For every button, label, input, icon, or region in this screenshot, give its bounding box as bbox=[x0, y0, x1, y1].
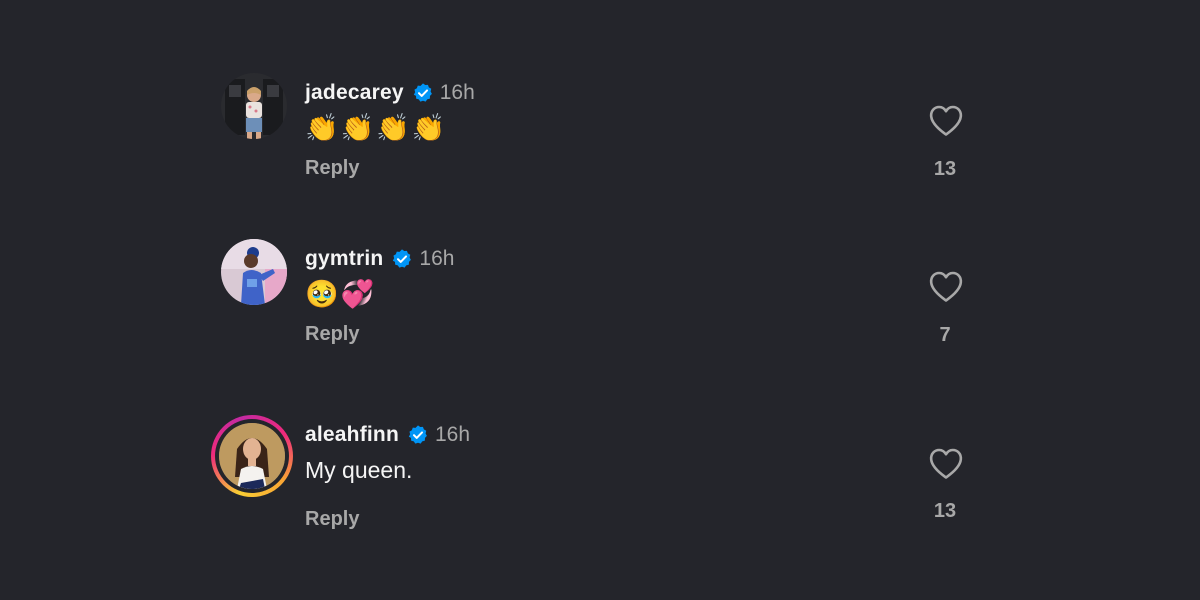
comment-item: gymtrin 16h 🥹💞 Reply 7 bbox=[0, 239, 1200, 379]
timestamp: 16h bbox=[419, 247, 455, 270]
story-ring[interactable] bbox=[211, 415, 293, 497]
username[interactable]: jadecarey bbox=[305, 81, 404, 105]
avatar[interactable] bbox=[221, 239, 287, 305]
comment-item: jadecarey 16h 👏👏👏👏 Reply 13 bbox=[0, 73, 1200, 213]
comment-item: aleahfinn 16h My queen. Reply 13 bbox=[0, 415, 1200, 555]
heart-outline-icon[interactable] bbox=[929, 271, 963, 303]
comment-text: My queen. bbox=[305, 457, 413, 483]
verified-badge-icon bbox=[393, 249, 412, 268]
reply-button[interactable]: Reply bbox=[305, 157, 359, 180]
avatar-photo-icon bbox=[221, 73, 287, 139]
avatar-photo-icon bbox=[221, 239, 287, 305]
comment-text: 🥹💞 bbox=[305, 279, 377, 309]
comment-text: 👏👏👏👏 bbox=[305, 113, 448, 143]
timestamp: 16h bbox=[434, 423, 471, 446]
avatar[interactable] bbox=[219, 423, 285, 489]
heart-outline-icon[interactable] bbox=[929, 105, 963, 137]
like-count: 7 bbox=[939, 324, 951, 346]
verified-badge-icon bbox=[408, 425, 427, 444]
avatar[interactable] bbox=[221, 73, 287, 139]
avatar-photo-icon bbox=[219, 423, 285, 489]
heart-outline-icon[interactable] bbox=[929, 448, 963, 480]
reply-button[interactable]: Reply bbox=[305, 323, 359, 346]
like-count: 13 bbox=[933, 500, 957, 522]
timestamp: 16h bbox=[439, 81, 475, 104]
reply-button[interactable]: Reply bbox=[305, 508, 359, 531]
username[interactable]: gymtrin bbox=[305, 247, 383, 271]
username[interactable]: aleahfinn bbox=[305, 423, 399, 447]
like-count: 13 bbox=[933, 158, 957, 180]
verified-badge-icon bbox=[413, 83, 432, 102]
